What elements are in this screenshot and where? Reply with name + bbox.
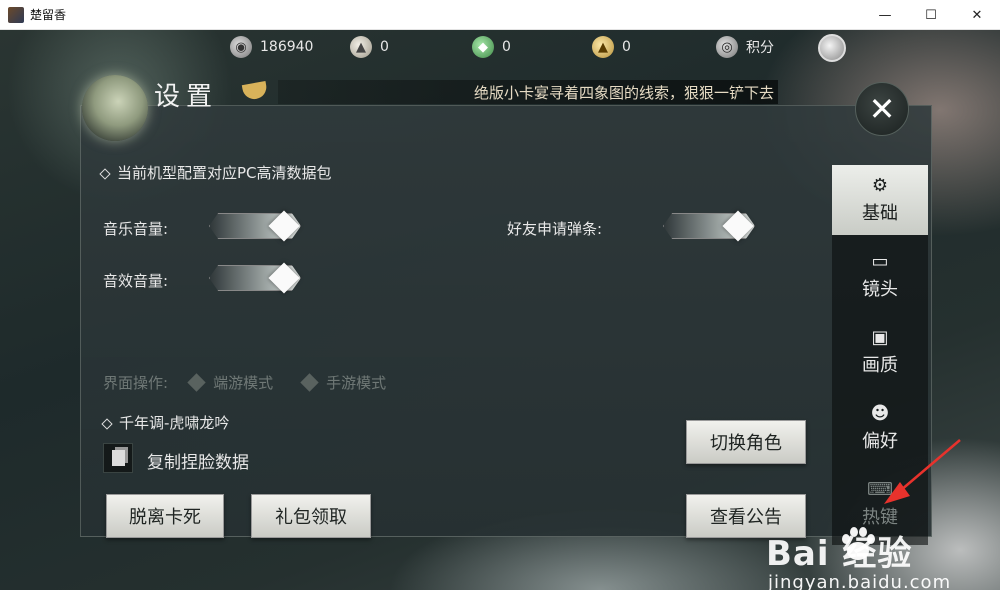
maximize-button[interactable]: ☐ [908, 0, 954, 30]
tab-graphics[interactable]: ▣ 画质 [832, 317, 928, 387]
ingot-resource[interactable]: ▲ 0 [350, 36, 389, 58]
music-volume-label: 音乐音量: [103, 220, 169, 238]
watermark-brand: Bai 经验 [766, 534, 913, 574]
friend-popup-slider[interactable] [663, 210, 755, 242]
minimize-button[interactable]: — [862, 0, 908, 30]
emblem-icon[interactable] [818, 34, 846, 62]
camera-icon: ▭ [871, 250, 889, 272]
resource-bar: ◉ 186940 ▲ 0 ◆ 0 ▲ 0 ◎ 积分 [0, 32, 1000, 62]
tab-basic[interactable]: ⚙ 基础 [832, 165, 928, 235]
radio-diamond-icon [187, 373, 206, 392]
ui-mode-label: 界面操作: [103, 374, 169, 392]
jade-resource[interactable]: ◆ 0 [472, 36, 511, 58]
horn-icon [241, 81, 269, 101]
coin-resource[interactable]: ◉ 186940 [230, 36, 313, 58]
mode-mobile-label: 手游模式 [326, 374, 387, 392]
tab-label: 基础 [862, 203, 898, 224]
bullet-diamond-icon [99, 167, 111, 180]
game-viewport: ◉ 186940 ▲ 0 ◆ 0 ▲ 0 ◎ 积分 当前机型配置对应PC高清数据… [0, 30, 1000, 590]
mode-pc-option[interactable]: 端游模式 [187, 372, 274, 393]
tab-camera[interactable]: ▭ 镜头 [832, 241, 928, 311]
panel-title: 设置 [154, 82, 219, 112]
friend-popup-label: 好友申请弹条: [507, 220, 603, 238]
window-controls: — ☐ ✕ [862, 0, 1000, 30]
window-title: 楚留香 [30, 8, 67, 22]
window-titlebar: 楚留香 — ☐ ✕ [0, 0, 1000, 30]
hd-pack-option[interactable]: 当前机型配置对应PC高清数据包 [99, 162, 332, 183]
window-close-button[interactable]: ✕ [954, 0, 1000, 30]
sfx-volume-label: 音效音量: [103, 272, 169, 290]
bullet-diamond-icon [101, 417, 113, 430]
gift-claim-button[interactable]: 礼包领取 [251, 494, 371, 538]
switch-role-button[interactable]: 切换角色 [686, 420, 806, 464]
ui-mode-row: 界面操作: 端游模式 手游模式 [103, 372, 386, 393]
monitor-icon: ▣ [871, 326, 889, 348]
music-volume-slider[interactable] [209, 210, 301, 242]
points-label: 积分 [746, 40, 774, 56]
copy-face-label[interactable]: 复制捏脸数据 [147, 448, 249, 473]
close-panel-button[interactable]: ✕ [855, 82, 909, 136]
mode-mobile-option[interactable]: 手游模式 [300, 372, 387, 393]
gold-count: 0 [622, 39, 631, 55]
gear-icon: ⚙ [871, 174, 889, 196]
music-track-label: 千年调-虎啸龙吟 [119, 414, 230, 432]
settings-panel: 当前机型配置对应PC高清数据包 音乐音量: 音效音量: 好友申请弹条: 千年调-… [80, 105, 932, 538]
coin-icon: ◉ [230, 36, 252, 58]
watermark-url: jingyan.baidu.com [768, 572, 952, 590]
annotation-arrow [884, 439, 961, 504]
user-settings-icon: ☻ [870, 402, 890, 424]
jade-count: 0 [502, 39, 511, 55]
coin-count: 186940 [260, 39, 314, 55]
ingot-count: 0 [380, 39, 389, 55]
gold-resource[interactable]: ▲ 0 [592, 36, 631, 58]
radio-diamond-icon [300, 373, 319, 392]
unstuck-button[interactable]: 脱离卡死 [106, 494, 224, 538]
announcement-marquee: 绝版小卡宴寻着四象图的线索，狠狠一铲下去 [278, 80, 778, 104]
gold-ingot-icon: ▲ [592, 36, 614, 58]
panel-header: 设置 绝版小卡宴寻着四象图的线索，狠狠一铲下去 [118, 76, 868, 112]
sfx-volume-slider[interactable] [209, 262, 301, 294]
points-icon: ◎ [716, 36, 738, 58]
mode-pc-label: 端游模式 [213, 374, 274, 392]
copy-icon[interactable] [103, 443, 133, 473]
jade-icon: ◆ [472, 36, 494, 58]
music-track-option[interactable]: 千年调-虎啸龙吟 [101, 412, 230, 433]
marquee-text: 绝版小卡宴寻着四象图的线索，狠狠一铲下去 [473, 83, 774, 102]
hd-pack-label: 当前机型配置对应PC高清数据包 [117, 164, 332, 182]
ingot-icon: ▲ [350, 36, 372, 58]
points-resource[interactable]: ◎ 积分 [716, 36, 774, 58]
app-icon [8, 6, 24, 23]
tab-label: 镜头 [862, 279, 898, 300]
baidu-watermark: Bai 经验 jingyan.baidu.com [760, 522, 996, 590]
tab-label: 画质 [862, 355, 898, 376]
